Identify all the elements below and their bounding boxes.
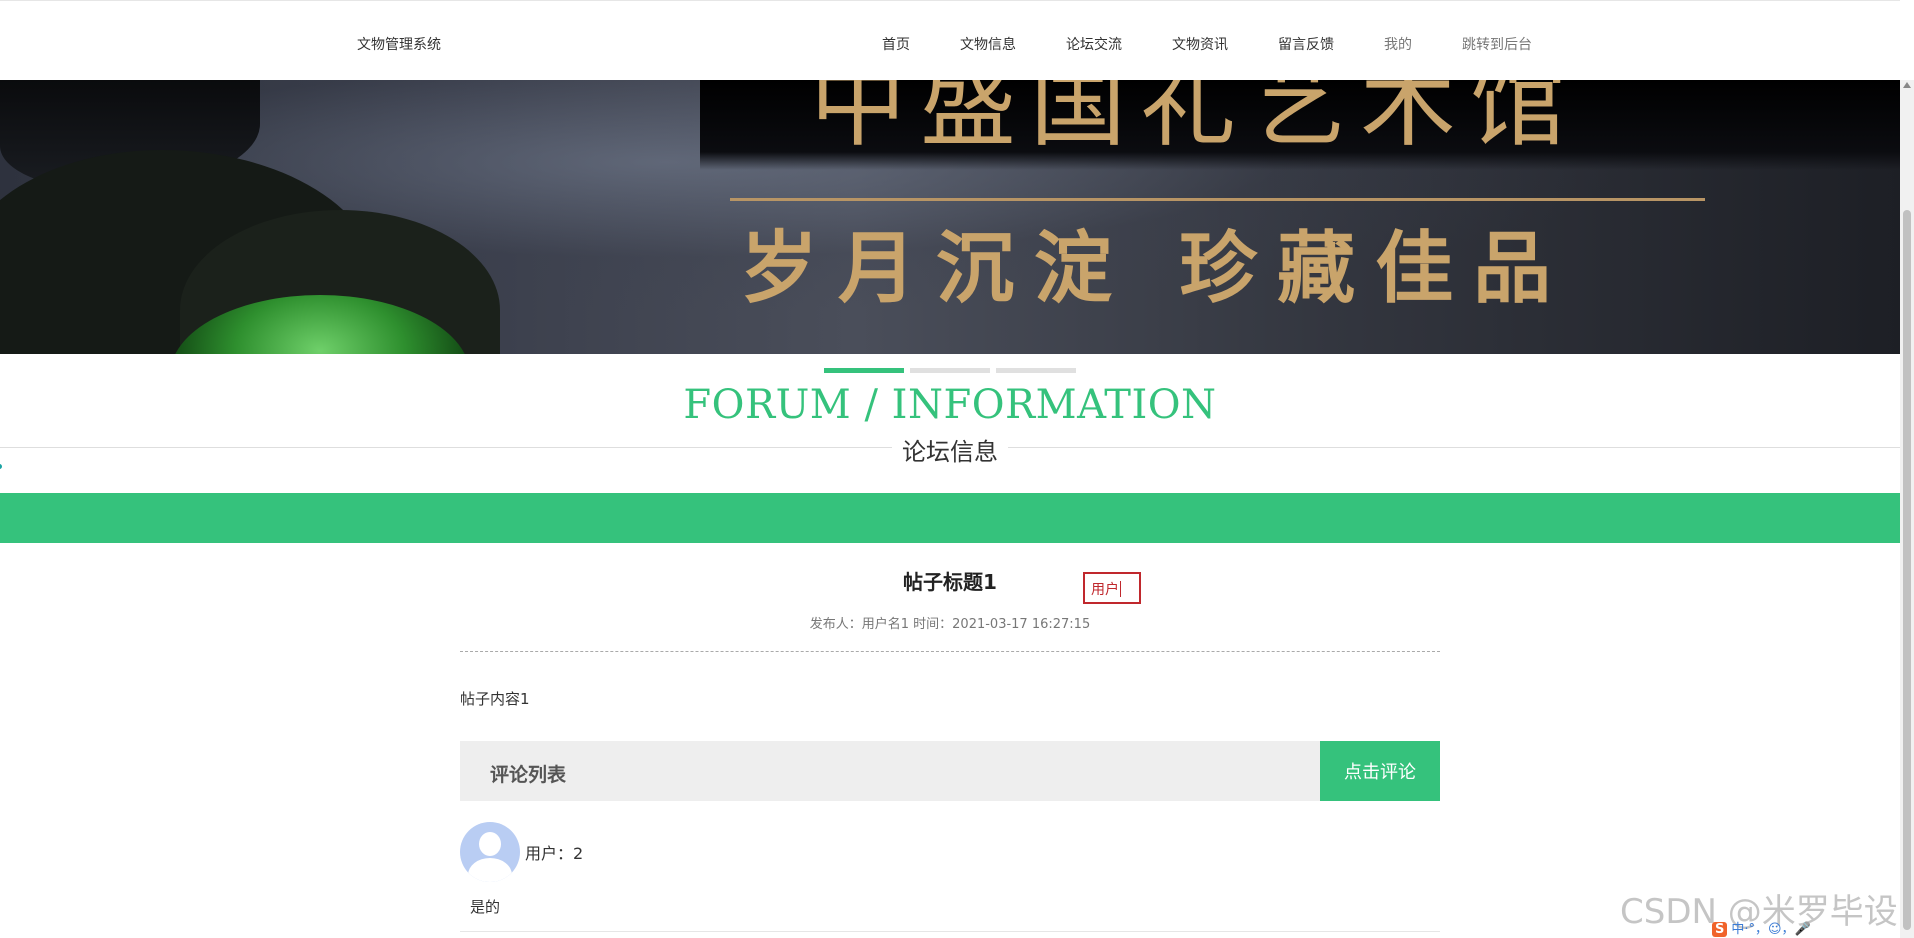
carousel-indicator-1[interactable] (824, 368, 904, 373)
nav-item-news[interactable]: 文物资讯 (1172, 34, 1228, 54)
section-title-en: FORUM / INFORMATION (683, 382, 1217, 428)
banner-divider (730, 198, 1705, 201)
decorative-dot (0, 464, 2, 469)
post-meta: 发布人：用户名1 时间：2021-03-17 16:27:15 (809, 617, 1091, 632)
avatar-head (479, 832, 501, 856)
avatar (460, 822, 520, 882)
green-banner-bar (0, 493, 1900, 543)
add-comment-button[interactable]: 点击评论 (1320, 741, 1440, 801)
annotation-text: 用户 (1091, 582, 1119, 598)
annotation-text-box[interactable]: 用户 (1083, 572, 1141, 604)
carousel-indicator-3[interactable] (996, 368, 1076, 373)
top-header: 文物管理系统 首页 文物信息 论坛交流 文物资讯 留言反馈 我的 跳转到后台 (0, 0, 1900, 81)
scrollbar-thumb[interactable] (1903, 210, 1911, 930)
main-nav: 首页 文物信息 论坛交流 文物资讯 留言反馈 我的 跳转到后台 (0, 34, 1900, 54)
nav-item-forum[interactable]: 论坛交流 (1066, 34, 1122, 54)
comment-text: 是的 (470, 898, 501, 916)
section-title-cn: 论坛信息 (892, 432, 1008, 467)
nav-item-mine[interactable]: 我的 (1384, 34, 1412, 54)
post-title: 帖子标题1 (903, 570, 997, 594)
comment-user: 用户：2 (525, 844, 584, 863)
section-title-cn-wrap: 论坛信息 (0, 432, 1900, 467)
carousel-indicator-2[interactable] (910, 368, 990, 373)
comments-title: 评论列表 (490, 764, 567, 786)
post-content: 帖子内容1 (460, 690, 530, 708)
banner-slogan: 岁月沉淀 珍藏佳品 (740, 223, 1572, 314)
nav-item-relics[interactable]: 文物信息 (960, 34, 1016, 54)
post-divider (460, 651, 1440, 652)
nav-item-feedback[interactable]: 留言反馈 (1278, 34, 1334, 54)
banner-headline: 中盛国礼艺术馆 (810, 80, 1580, 160)
nav-item-home[interactable]: 首页 (882, 34, 910, 54)
comment-divider (460, 931, 1440, 932)
scroll-up-icon[interactable] (1903, 82, 1911, 88)
avatar-body (468, 858, 512, 882)
text-caret (1120, 581, 1121, 597)
page-scrollbar[interactable] (1900, 80, 1914, 938)
comments-header: 评论列表 (460, 741, 1320, 801)
ime-status: 中·°，☺，🎤 (1731, 922, 1811, 937)
nav-item-admin[interactable]: 跳转到后台 (1462, 34, 1532, 54)
ime-logo-icon: S (1712, 922, 1728, 937)
ime-toolbar[interactable]: S 中·°，☺，🎤 (1712, 918, 1902, 937)
hero-banner: 中盛国礼艺术馆 岁月沉淀 珍藏佳品 (0, 80, 1900, 354)
carousel-indicators (824, 368, 1076, 373)
